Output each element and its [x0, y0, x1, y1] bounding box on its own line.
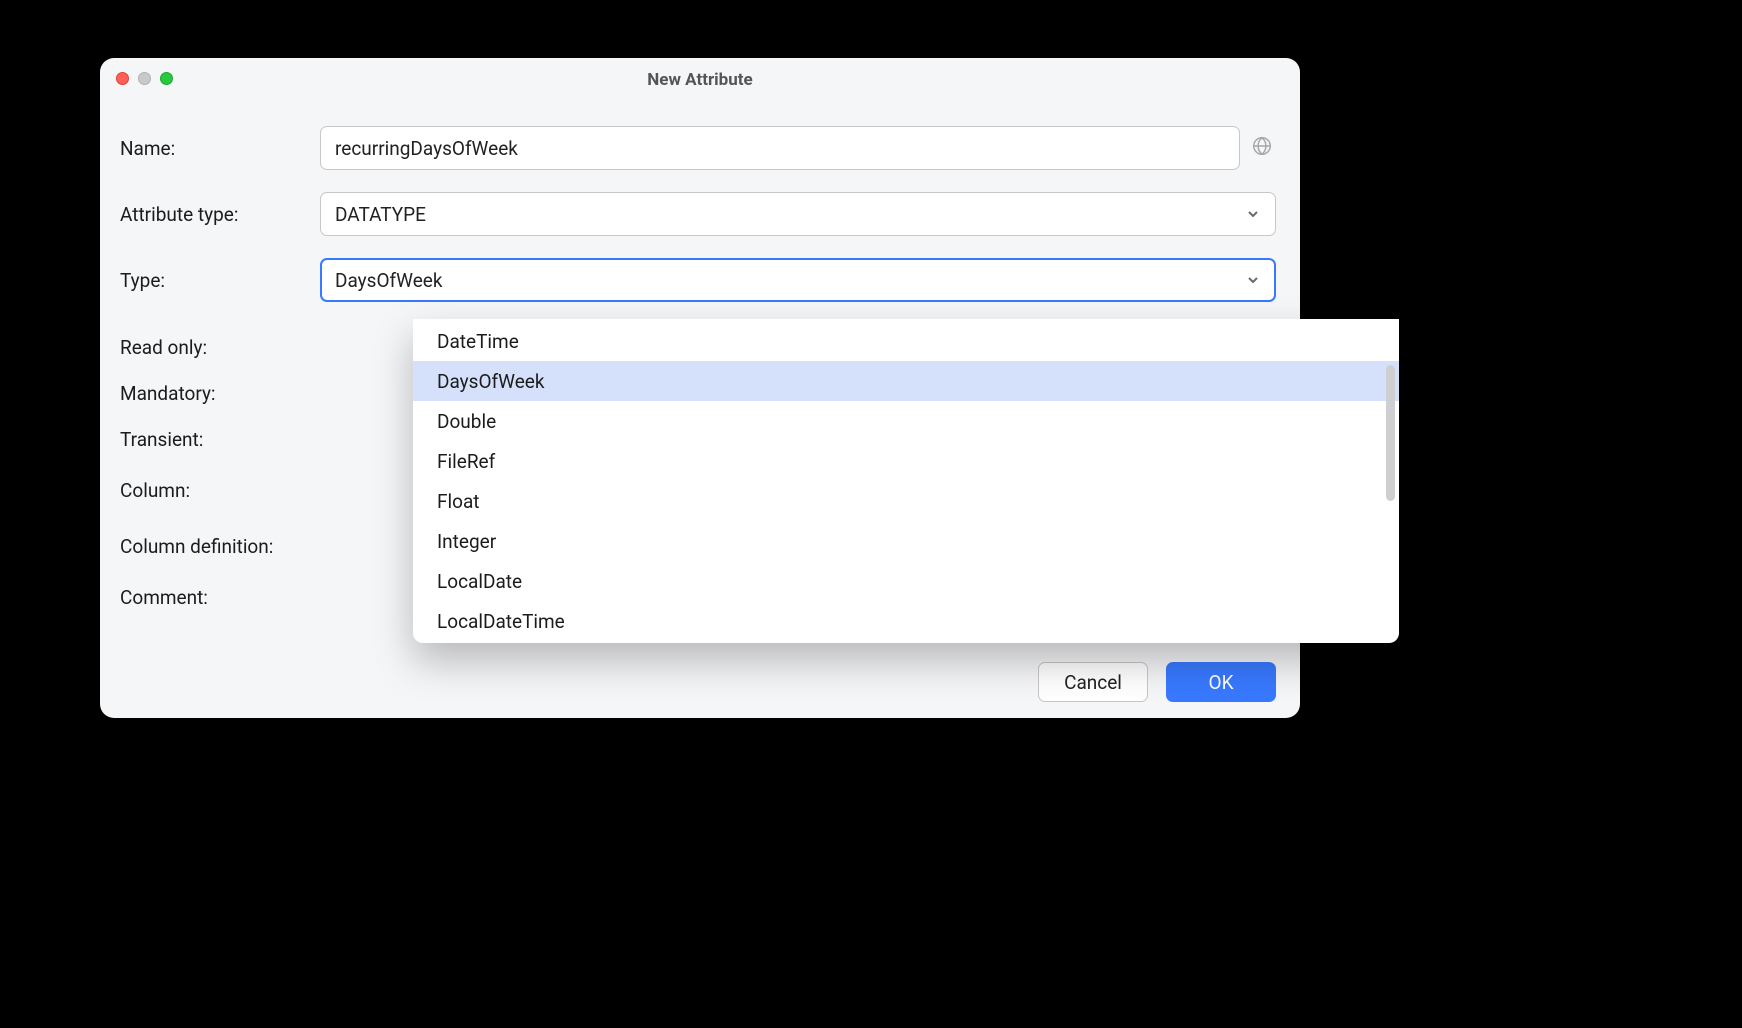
localize-button[interactable] [1248, 134, 1276, 162]
label-read-only: Read only: [120, 336, 320, 359]
label-type: Type: [120, 269, 320, 292]
window-controls [116, 72, 173, 85]
label-attribute-type: Attribute type: [120, 203, 320, 226]
type-option[interactable]: FileRef [413, 441, 1399, 481]
chevron-down-icon [1245, 272, 1261, 288]
button-bar: Cancel OK [1038, 662, 1276, 702]
label-mandatory: Mandatory: [120, 382, 320, 405]
zoom-icon[interactable] [160, 72, 173, 85]
globe-icon [1251, 135, 1273, 161]
new-attribute-dialog: New Attribute Name: recurringDaysOfWeek [100, 58, 1300, 718]
label-comment: Comment: [120, 586, 320, 609]
label-name: Name: [120, 137, 320, 160]
cancel-button[interactable]: Cancel [1038, 662, 1148, 702]
name-input[interactable]: recurringDaysOfWeek [320, 126, 1240, 170]
minimize-icon[interactable] [138, 72, 151, 85]
label-transient: Transient: [120, 428, 320, 451]
type-dropdown: DateTimeDaysOfWeekDoubleFileRefFloatInte… [413, 319, 1399, 643]
type-value: DaysOfWeek [335, 269, 443, 292]
row-attribute-type: Attribute type: DATATYPE [120, 192, 1276, 236]
row-type: Type: DaysOfWeek [120, 258, 1276, 302]
dropdown-scrollbar[interactable] [1386, 365, 1395, 501]
attribute-type-control-area: DATATYPE [320, 192, 1276, 236]
titlebar: New Attribute [100, 58, 1300, 102]
name-input-value: recurringDaysOfWeek [335, 137, 518, 160]
window-title: New Attribute [647, 70, 752, 90]
name-control-area: recurringDaysOfWeek [320, 126, 1276, 170]
label-column: Column: [120, 479, 320, 502]
type-option[interactable]: LocalDateTime [413, 601, 1399, 641]
type-option[interactable]: Float [413, 481, 1399, 521]
attribute-type-select[interactable]: DATATYPE [320, 192, 1276, 236]
type-option[interactable]: DateTime [413, 321, 1399, 361]
type-option[interactable]: Double [413, 401, 1399, 441]
label-column-definition: Column definition: [120, 535, 320, 558]
type-option[interactable]: Integer [413, 521, 1399, 561]
close-icon[interactable] [116, 72, 129, 85]
row-name: Name: recurringDaysOfWeek [120, 126, 1276, 170]
type-select[interactable]: DaysOfWeek [320, 258, 1276, 302]
ok-button[interactable]: OK [1166, 662, 1276, 702]
type-option[interactable]: DaysOfWeek [413, 361, 1399, 401]
type-option[interactable]: LocalDate [413, 561, 1399, 601]
type-control-area: DaysOfWeek [320, 258, 1276, 302]
chevron-down-icon [1245, 206, 1261, 222]
attribute-type-value: DATATYPE [335, 203, 426, 226]
